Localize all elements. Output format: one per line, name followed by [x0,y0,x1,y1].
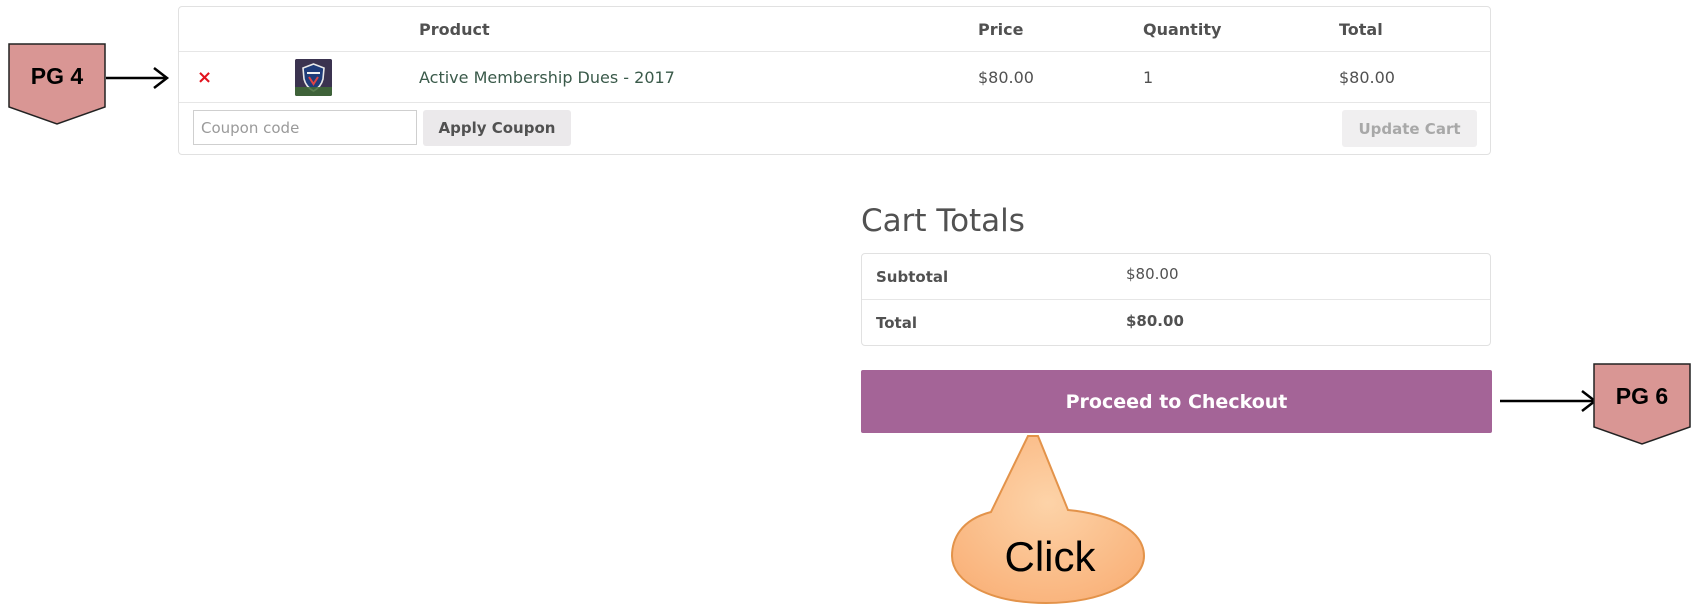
total-label: Total [876,314,917,332]
arrow-right-icon [1500,390,1598,412]
item-total: $80.00 [1339,67,1395,87]
apply-coupon-button[interactable]: Apply Coupon [423,110,571,146]
item-price: $80.00 [978,67,1034,87]
click-callout-label: Click [1004,533,1096,580]
cart-table-header: Product Price Quantity Total [179,7,1490,52]
subtotal-value: $80.00 [1126,265,1179,284]
header-product: Product [419,19,490,39]
page-tag-left: PG 4 [8,43,106,125]
item-quantity[interactable]: 1 [1143,52,1153,102]
total-row: Total $80.00 [862,300,1490,346]
cart-totals-title: Cart Totals [861,203,1025,239]
page-tag-right: PG 6 [1593,363,1691,445]
cart-table: Product Price Quantity Total × Active Me… [178,6,1491,155]
table-row: × Active Membership Dues - 2017 $80.00 1… [179,52,1490,103]
page-tag-right-label: PG 6 [1615,383,1669,409]
remove-item-icon[interactable]: × [197,67,212,88]
cart-actions: Apply Coupon Update Cart [179,103,1490,155]
header-total: Total [1339,19,1383,39]
page-tag-left-label: PG 4 [30,63,84,89]
shield-logo-icon [295,58,332,96]
header-quantity: Quantity [1143,19,1222,39]
subtotal-label: Subtotal [876,267,949,286]
proceed-to-checkout-button[interactable]: Proceed to Checkout [861,370,1492,433]
product-thumbnail[interactable] [295,58,332,96]
subtotal-row: Subtotal $80.00 [862,254,1490,300]
coupon-code-input[interactable] [193,110,417,145]
product-link[interactable]: Active Membership Dues - 2017 [419,68,675,87]
update-cart-button[interactable]: Update Cart [1342,110,1477,147]
cart-totals-table: Subtotal $80.00 Total $80.00 [861,253,1491,346]
arrow-right-icon [106,67,170,89]
header-price: Price [978,19,1024,39]
total-value: $80.00 [1126,311,1184,330]
